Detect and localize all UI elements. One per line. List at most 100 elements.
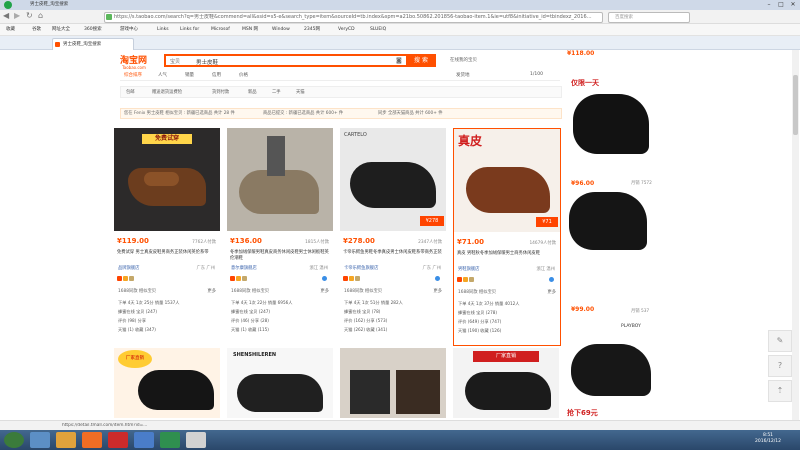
- product-image[interactable]: 厂家直销: [453, 348, 559, 418]
- sort-tab[interactable]: 价格: [239, 72, 248, 78]
- shop-name[interactable]: 卡帝乐鳄鱼旗舰店: [344, 265, 378, 271]
- wangwang-icon[interactable]: [549, 277, 554, 282]
- refresh-icon[interactable]: ↻: [26, 11, 33, 20]
- badges: [230, 276, 248, 282]
- product-title[interactable]: 免费试穿 男士真皮皮鞋男商务正装休闲英伦系带: [117, 250, 217, 256]
- taskbar-app[interactable]: [56, 432, 76, 448]
- minimize-icon[interactable]: –: [764, 1, 774, 8]
- product-title[interactable]: 卡帝乐鳄鱼男鞋冬季真皮男士休闲皮鞋系带商务正装: [343, 250, 443, 256]
- back-to-top-icon[interactable]: ⇡: [768, 380, 792, 402]
- bookmark-item[interactable]: MSN 网: [242, 26, 258, 33]
- filter-checkbox[interactable]: 包邮: [126, 89, 135, 95]
- shop-name[interactable]: 男鞋旗舰店: [458, 266, 479, 272]
- search-keyword[interactable]: 男士皮鞋: [196, 58, 218, 66]
- filter-checkbox[interactable]: 新品: [248, 89, 257, 95]
- wangwang-icon[interactable]: [435, 276, 440, 281]
- product-title[interactable]: 冬季加绒保暖男鞋真皮商务休闲皮鞋男士休闲板鞋英伦潮鞋: [230, 250, 330, 262]
- search-scope-select[interactable]: 宝贝: [170, 58, 180, 65]
- ad-item[interactable]: ¥99.00 月销 537: [563, 306, 655, 320]
- sort-tab[interactable]: 信用: [212, 72, 221, 78]
- product-image[interactable]: 免费试穿: [114, 128, 220, 231]
- filter-checkbox[interactable]: 赠送退货运费险: [152, 89, 182, 95]
- address-bar[interactable]: https://s.taobao.com/search?q=男士皮鞋&comme…: [104, 12, 603, 23]
- search-button[interactable]: 搜 索: [406, 54, 436, 67]
- wangwang-icon[interactable]: [322, 276, 327, 281]
- address-url[interactable]: https://s.taobao.com/search?q=男士皮鞋&comme…: [114, 14, 594, 21]
- taskbar-app[interactable]: [30, 432, 50, 448]
- sort-tab[interactable]: 人气: [158, 72, 167, 78]
- filter-checkbox[interactable]: 二手: [272, 89, 281, 95]
- similar-link[interactable]: 1688同款 相似宝贝: [118, 288, 156, 294]
- bookmark-item[interactable]: Links for: [180, 26, 199, 33]
- back-icon[interactable]: ◀: [3, 11, 9, 20]
- more-link[interactable]: 更多: [207, 288, 216, 294]
- bookmark-item[interactable]: Window: [272, 26, 290, 33]
- product-image[interactable]: [227, 128, 333, 231]
- similar-link[interactable]: 1688同款 相似宝贝: [344, 288, 382, 294]
- product-sales: 2347人付款: [418, 240, 442, 245]
- sort-tab[interactable]: 综合排序: [124, 72, 142, 78]
- location-filter[interactable]: 发货地: [456, 72, 470, 78]
- shop-name[interactable]: 意尔康旗舰店: [231, 265, 257, 271]
- more-link[interactable]: 更多: [433, 288, 442, 294]
- bookmark-item[interactable]: Links: [157, 26, 169, 33]
- maximize-icon[interactable]: □: [776, 1, 786, 8]
- bookmark-item[interactable]: VeryCD: [338, 26, 355, 33]
- home-icon[interactable]: ⌂: [38, 11, 43, 20]
- taobao-logo[interactable]: 淘宝网: [120, 53, 156, 66]
- camera-icon[interactable]: ◙: [396, 57, 402, 64]
- similar-link[interactable]: 1688同款 相似宝贝: [231, 288, 269, 294]
- bookmark-item[interactable]: 2345网: [304, 26, 320, 33]
- product-image[interactable]: 真皮 ¥71: [454, 129, 560, 232]
- scrollbar[interactable]: [792, 50, 799, 420]
- product-title[interactable]: 真皮 男鞋秋冬季加绒保暖男士商务休闲皮鞋: [457, 251, 557, 257]
- bookmark-item[interactable]: 谷歌: [32, 26, 41, 33]
- product-image[interactable]: 厂家直销: [114, 348, 220, 418]
- product-card[interactable]: ¥136.00 1815人付款 冬季加绒保暖男鞋真皮商务休闲皮鞋男士休闲板鞋英伦…: [227, 128, 333, 344]
- shop-name[interactable]: 品牌旗舰店: [118, 265, 139, 271]
- brand-mark: PLAYBOY: [621, 324, 641, 329]
- taskbar-app[interactable]: [186, 432, 206, 448]
- bookmark-item[interactable]: 收藏: [6, 26, 15, 33]
- ad-item[interactable]: [563, 190, 655, 310]
- ad-item[interactable]: ¥118.00 仅限一天: [563, 50, 655, 180]
- more-link[interactable]: 更多: [547, 289, 556, 295]
- similar-link[interactable]: 1688同款 相似宝贝: [458, 289, 496, 295]
- forward-icon[interactable]: ▶: [14, 11, 20, 20]
- more-link[interactable]: 更多: [320, 288, 329, 294]
- taskbar-app[interactable]: [160, 432, 180, 448]
- sort-tab[interactable]: 销量: [185, 72, 194, 78]
- filter-checkbox[interactable]: 货到付款: [212, 89, 229, 95]
- shoe-shape: [237, 374, 323, 412]
- bookmark-item[interactable]: SLUEIQ: [370, 26, 386, 33]
- bookmark-item[interactable]: 游戏中心: [120, 26, 138, 33]
- bookmark-item[interactable]: 360搜索: [84, 26, 102, 33]
- start-button[interactable]: [4, 432, 24, 448]
- edit-icon[interactable]: ✎: [768, 330, 792, 352]
- scrollbar-thumb[interactable]: [793, 75, 798, 135]
- bookmark-item[interactable]: 网址大全: [52, 26, 70, 33]
- shoe-photo: [571, 190, 649, 290]
- product-card[interactable]: 真皮 ¥71 ¥71.00 14679人付款 真皮 男鞋秋冬季加绒保暖男士商务休…: [453, 128, 561, 346]
- product-image[interactable]: [340, 348, 446, 418]
- taobao-search-input[interactable]: 宝贝 男士皮鞋 ◙: [164, 54, 436, 67]
- shoe-shape: [466, 167, 550, 213]
- tab-taobao-search[interactable]: 男士皮鞋_淘宝搜索: [52, 38, 134, 50]
- taskbar-app[interactable]: [108, 432, 128, 448]
- bookmark-item[interactable]: Microsof: [211, 26, 230, 33]
- taskbar-app[interactable]: [82, 432, 102, 448]
- system-clock[interactable]: 8:51 2016/12/12: [740, 433, 796, 445]
- close-icon[interactable]: ✕: [788, 1, 798, 8]
- product-card[interactable]: 免费试穿 ¥119.00 7762人付款 免费试穿 男士真皮皮鞋男商务正装休闲英…: [114, 128, 220, 344]
- product-image[interactable]: SHENSHILEREN: [227, 348, 333, 418]
- browser-search-field[interactable]: 百度搜索: [608, 12, 690, 23]
- product-location: 广东 广州: [196, 266, 215, 271]
- product-card[interactable]: CARTELO ¥278 ¥278.00 2347人付款 卡帝乐鳄鱼男鞋冬季真皮…: [340, 128, 446, 344]
- taskbar-app[interactable]: [134, 432, 154, 448]
- help-icon[interactable]: ?: [768, 355, 792, 377]
- brand-mark: SHENSHILEREN: [233, 352, 277, 358]
- history-link[interactable]: 在线我的宝贝: [450, 57, 477, 63]
- filter-checkbox[interactable]: 天猫: [296, 89, 305, 95]
- product-image[interactable]: CARTELO ¥278: [340, 128, 446, 231]
- ad-item[interactable]: PLAYBOY 抢下69元: [563, 322, 655, 418]
